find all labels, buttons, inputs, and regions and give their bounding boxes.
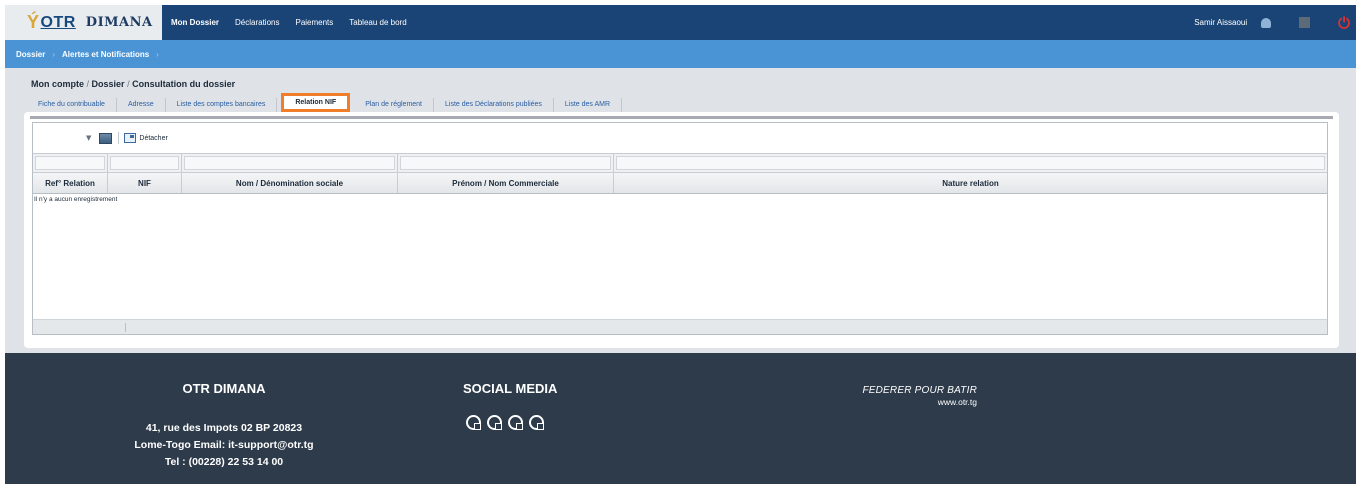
facebook-icon[interactable] <box>466 415 481 430</box>
sub-navbar: Dossier › Alertes et Notifications › <box>5 40 1356 68</box>
column-nom[interactable]: Nom / Dénomination sociale <box>182 173 398 193</box>
toolbar-divider <box>118 132 120 144</box>
social-media-title: SOCIAL MEDIA <box>463 381 558 396</box>
tab-adresse[interactable]: Adresse <box>117 98 166 112</box>
main-content: Mon compte / Dossier / Consultation du d… <box>5 68 1356 353</box>
subnav-alertes[interactable]: Alertes et Notifications <box>62 50 149 59</box>
power-icon[interactable]: ⏻ <box>1338 14 1350 32</box>
nav-paiements[interactable]: Paiements <box>295 18 333 27</box>
breadcrumb-dossier[interactable]: Dossier <box>92 79 125 89</box>
tab-panel: ▼ Détacher Ref° Relation NIF Nom / Dénom… <box>24 112 1339 348</box>
filter-nom[interactable] <box>182 154 398 172</box>
subnav-dossier[interactable]: Dossier <box>16 50 45 59</box>
column-prenom[interactable]: Prénom / Nom Commerciale <box>398 173 614 193</box>
social-icons <box>466 415 550 430</box>
main-nav: Mon Dossier Déclarations Paiements Table… <box>171 5 423 40</box>
tab-comptes-bancaires[interactable]: Liste des comptes bancaires <box>166 98 278 112</box>
motto-text: FEDERER POUR BATIR <box>862 385 977 396</box>
empty-message: Il n'y a aucun enregistrement <box>34 196 118 203</box>
table-settings-icon[interactable] <box>99 132 113 144</box>
grid-toolbar: ▼ Détacher <box>33 123 1327 153</box>
tab-fiche-contribuable[interactable]: Fiche du contribuable <box>27 98 117 112</box>
user-name[interactable]: Samir Aissaoui <box>1194 18 1247 27</box>
nav-declarations[interactable]: Déclarations <box>235 18 279 27</box>
subnav-separator: › <box>52 49 56 59</box>
window-icon[interactable] <box>1299 17 1311 28</box>
chevron-down-icon[interactable]: ▼ <box>86 134 91 142</box>
breadcrumb-consultation: Consultation du dossier <box>132 79 236 89</box>
panel-strip <box>30 116 1333 119</box>
detach-icon[interactable] <box>124 133 137 143</box>
footer-address-line3: Tel : (00228) 22 53 14 00 <box>164 456 284 468</box>
footer: OTR DIMANA 41, rue des Impots 02 BP 2082… <box>5 353 1356 484</box>
logo-figure-icon: Ý <box>27 12 40 32</box>
tab-bar: Fiche du contribuable Adresse Liste des … <box>27 93 623 112</box>
breadcrumb-mon-compte[interactable]: Mon compte <box>31 79 84 89</box>
filter-ref-relation[interactable] <box>33 154 108 172</box>
pager-divider <box>125 323 126 332</box>
website-link[interactable]: www.otr.tg <box>837 397 977 407</box>
column-nature-relation[interactable]: Nature relation <box>614 173 1327 193</box>
logo-otr: OTR <box>40 13 76 31</box>
filter-prenom[interactable] <box>398 154 614 172</box>
detach-button[interactable]: Détacher <box>139 135 167 142</box>
tab-relation-nif[interactable]: Relation NIF <box>281 93 351 112</box>
table-header: Ref° Relation NIF Nom / Dénomination soc… <box>33 173 1327 194</box>
footer-address-line1: 41, rue des Impots 02 BP 20823 <box>145 422 303 434</box>
column-ref-relation[interactable]: Ref° Relation <box>33 173 108 193</box>
logo-app-name: DIMANA <box>85 15 153 30</box>
data-grid: ▼ Détacher Ref° Relation NIF Nom / Dénom… <box>32 122 1328 335</box>
footer-address-line2: Lome-Togo Email: it-support@otr.tg <box>134 439 314 451</box>
tab-liste-amr[interactable]: Liste des AMR <box>554 98 623 112</box>
column-nif[interactable]: NIF <box>108 173 182 193</box>
filter-nature[interactable] <box>614 154 1327 172</box>
youtube-icon[interactable] <box>529 415 544 430</box>
twitter-icon[interactable] <box>487 415 502 430</box>
user-area: Samir Aissaoui ⏻ <box>1194 5 1356 40</box>
nav-mon-dossier[interactable]: Mon Dossier <box>171 18 219 27</box>
top-navbar: Ý OTR DIMANA Mon Dossier Déclarations Pa… <box>5 5 1356 40</box>
breadcrumb-separator: / <box>86 79 90 89</box>
footer-address: 41, rue des Impots 02 BP 20823 Lome-Togo… <box>124 420 324 471</box>
footer-motto: FEDERER POUR BATIR www.otr.tg <box>837 385 977 407</box>
tab-declarations-publiees[interactable]: Liste des Déclarations publiées <box>434 98 554 112</box>
footer-title: OTR DIMANA <box>182 381 266 396</box>
pagination-bar <box>33 319 1327 334</box>
filter-row <box>33 153 1327 173</box>
filter-nif[interactable] <box>108 154 182 172</box>
subnav-separator: › <box>156 49 159 59</box>
logo-text: Ý OTR DIMANA <box>27 12 153 33</box>
linkedin-icon[interactable] <box>508 415 523 430</box>
person-icon[interactable] <box>1261 17 1272 28</box>
logo[interactable]: Ý OTR DIMANA <box>5 5 162 40</box>
nav-tableau-de-bord[interactable]: Tableau de bord <box>349 18 406 27</box>
breadcrumb: Mon compte / Dossier / Consultation du d… <box>31 79 235 89</box>
tab-plan-reglement[interactable]: Plan de réglement <box>354 98 435 112</box>
breadcrumb-separator: / <box>127 79 130 89</box>
